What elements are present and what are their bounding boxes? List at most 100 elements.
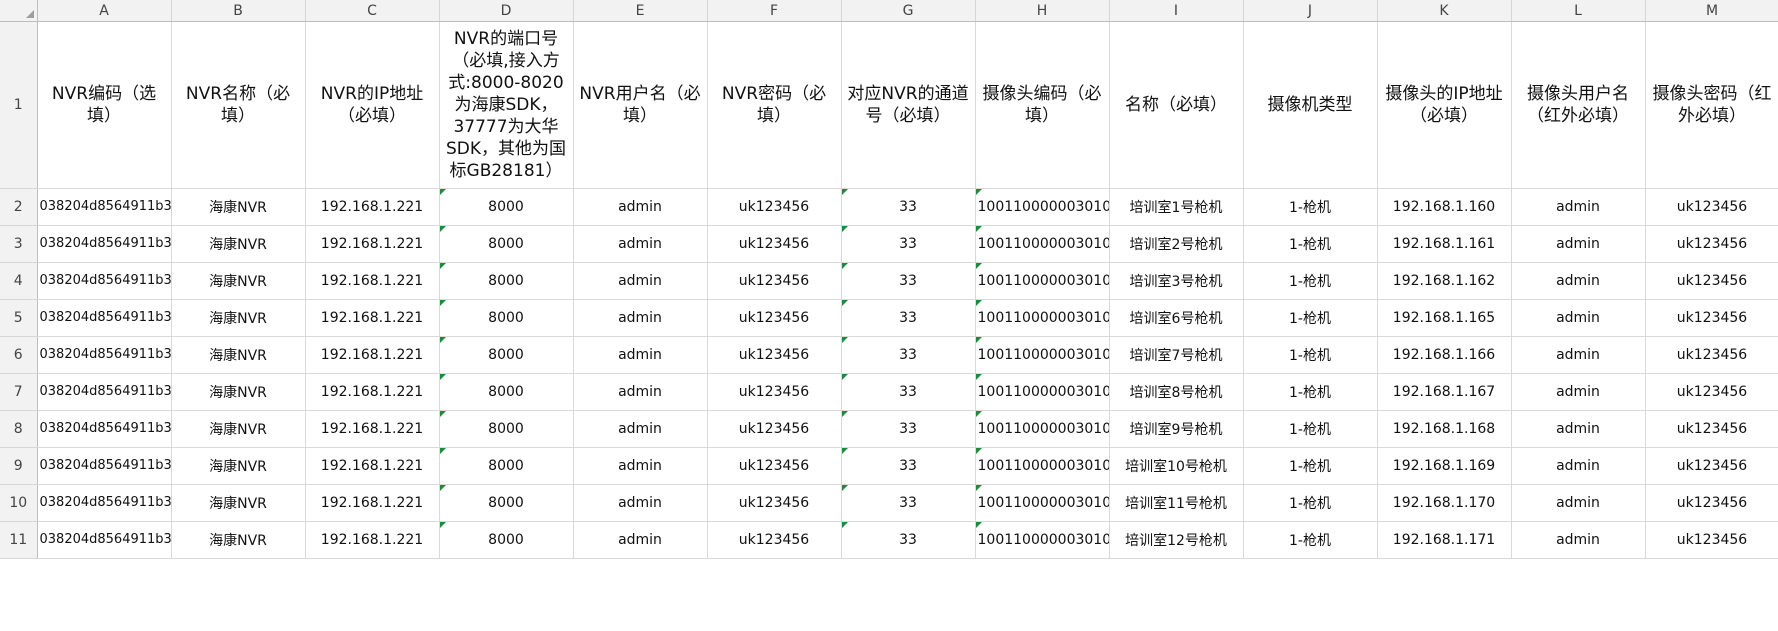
table-cell[interactable]: admin [573,262,708,300]
table-cell[interactable]: admin [1511,262,1646,300]
table-cell[interactable]: admin [573,336,708,374]
column-header-c[interactable]: C [305,0,440,22]
table-cell[interactable]: 海康NVR [171,410,306,448]
table-cell[interactable]: 培训室2号枪机 [1109,225,1244,263]
row-header[interactable]: 5 [0,299,38,337]
table-cell[interactable]: 1-枪机 [1243,225,1378,263]
table-cell[interactable]: 038204d8564911b3466aabe57e300feb [37,336,172,374]
table-cell[interactable]: 192.168.1.170 [1377,484,1512,522]
table-cell[interactable]: 192.168.1.221 [305,410,440,448]
table-cell[interactable]: 100110000003010022 [975,225,1110,263]
table-cell[interactable]: 33 [841,373,976,411]
table-cell[interactable]: uk123456 [707,225,842,263]
table-cell[interactable]: uk123456 [707,373,842,411]
table-cell[interactable]: 8000 [439,484,574,522]
table-cell[interactable]: 海康NVR [171,262,306,300]
table-cell[interactable]: 8000 [439,447,574,485]
table-cell[interactable]: admin [573,225,708,263]
table-cell[interactable]: 海康NVR [171,521,306,559]
table-cell[interactable]: uk123456 [707,262,842,300]
table-cell[interactable]: 192.168.1.168 [1377,410,1512,448]
row-header[interactable]: 1 [0,21,38,189]
table-cell[interactable]: 33 [841,225,976,263]
table-cell[interactable]: 192.168.1.169 [1377,447,1512,485]
header-cell[interactable]: NVR的端口号（必填,接入方式:8000-8020为海康SDK，37777为大华… [439,21,574,189]
column-header-j[interactable]: J [1243,0,1378,22]
table-cell[interactable]: uk123456 [1645,521,1778,559]
table-cell[interactable]: uk123456 [707,188,842,226]
table-cell[interactable]: 1-枪机 [1243,336,1378,374]
table-cell[interactable]: 8000 [439,262,574,300]
header-cell[interactable]: NVR名称（必填） [171,21,306,189]
header-cell[interactable]: 摄像机类型 [1243,21,1378,189]
table-cell[interactable]: 100110000003010023 [975,262,1110,300]
table-cell[interactable]: uk123456 [1645,188,1778,226]
table-cell[interactable]: 100110000003010030 [975,521,1110,559]
table-cell[interactable]: 1-枪机 [1243,410,1378,448]
table-cell[interactable]: admin [1511,447,1646,485]
table-cell[interactable]: 038204d8564911b3466aabe57e300feb [37,521,172,559]
table-cell[interactable]: 038204d8564911b3466aabe57e300feb [37,484,172,522]
table-cell[interactable]: admin [1511,225,1646,263]
table-cell[interactable]: 100110000003010026 [975,373,1110,411]
table-cell[interactable]: admin [1511,484,1646,522]
table-cell[interactable]: 192.168.1.171 [1377,521,1512,559]
table-cell[interactable]: 海康NVR [171,447,306,485]
table-cell[interactable]: admin [573,521,708,559]
table-cell[interactable]: 8000 [439,336,574,374]
table-cell[interactable]: uk123456 [707,447,842,485]
table-cell[interactable]: 192.168.1.221 [305,373,440,411]
table-cell[interactable]: 192.168.1.221 [305,521,440,559]
row-header[interactable]: 9 [0,447,38,485]
table-cell[interactable]: admin [573,299,708,337]
table-cell[interactable]: 038204d8564911b3466aabe57e300feb [37,299,172,337]
table-cell[interactable]: 100110000003010024 [975,299,1110,337]
table-cell[interactable]: admin [1511,336,1646,374]
table-cell[interactable]: admin [1511,410,1646,448]
table-cell[interactable]: uk123456 [1645,410,1778,448]
row-header[interactable]: 7 [0,373,38,411]
column-header-b[interactable]: B [171,0,306,22]
table-cell[interactable]: 192.168.1.167 [1377,373,1512,411]
header-cell[interactable]: 名称（必填） [1109,21,1244,189]
table-cell[interactable]: 192.168.1.161 [1377,225,1512,263]
column-header-d[interactable]: D [439,0,574,22]
table-cell[interactable]: 33 [841,262,976,300]
table-cell[interactable]: admin [573,373,708,411]
table-cell[interactable]: uk123456 [1645,225,1778,263]
table-cell[interactable]: admin [1511,373,1646,411]
table-cell[interactable]: 038204d8564911b3466aabe57e300feb [37,373,172,411]
table-cell[interactable]: admin [573,410,708,448]
table-cell[interactable]: 33 [841,447,976,485]
row-header[interactable]: 11 [0,521,38,559]
table-cell[interactable]: 33 [841,188,976,226]
table-cell[interactable]: 038204d8564911b3466aabe57e300feb [37,410,172,448]
row-header[interactable]: 2 [0,188,38,226]
table-cell[interactable]: 33 [841,521,976,559]
table-cell[interactable]: 33 [841,410,976,448]
table-cell[interactable]: 038204d8564911b3466aabe57e300feb [37,225,172,263]
table-cell[interactable]: 1-枪机 [1243,299,1378,337]
table-cell[interactable]: 培训室7号枪机 [1109,336,1244,374]
table-cell[interactable]: 8000 [439,521,574,559]
row-header[interactable]: 10 [0,484,38,522]
table-cell[interactable]: 1-枪机 [1243,188,1378,226]
table-cell[interactable]: 1-枪机 [1243,484,1378,522]
table-cell[interactable]: 192.168.1.221 [305,262,440,300]
column-header-g[interactable]: G [841,0,976,22]
table-cell[interactable]: 100110000003010028 [975,447,1110,485]
table-cell[interactable]: uk123456 [1645,299,1778,337]
table-cell[interactable]: 培训室8号枪机 [1109,373,1244,411]
header-cell[interactable]: NVR的IP地址（必填） [305,21,440,189]
select-all-corner[interactable] [0,0,38,22]
column-header-e[interactable]: E [573,0,708,22]
header-cell[interactable]: NVR用户名（必填） [573,21,708,189]
table-cell[interactable]: 海康NVR [171,484,306,522]
table-cell[interactable]: 8000 [439,373,574,411]
table-cell[interactable]: 33 [841,484,976,522]
column-header-m[interactable]: M [1645,0,1778,22]
table-cell[interactable]: 192.168.1.221 [305,188,440,226]
table-cell[interactable]: uk123456 [1645,484,1778,522]
table-cell[interactable]: admin [573,447,708,485]
table-cell[interactable]: 100110000003010025 [975,336,1110,374]
